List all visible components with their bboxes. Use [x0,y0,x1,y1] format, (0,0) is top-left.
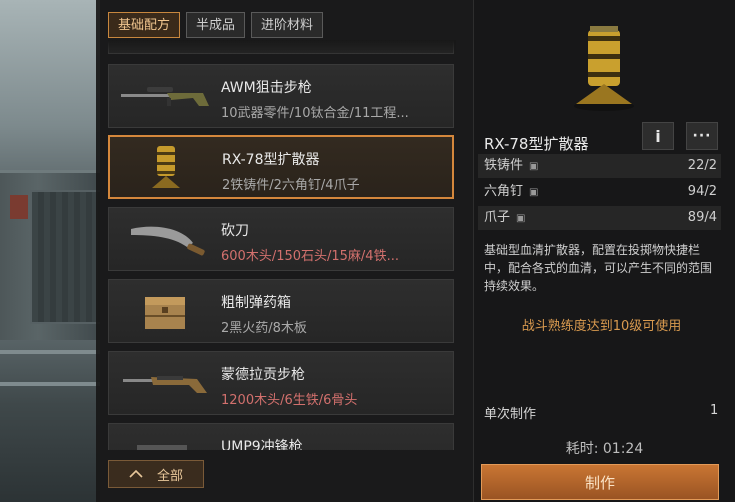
material-row: 六角钉 ▣ 94/2 [478,180,721,204]
rifle-icon [115,356,215,410]
craft-count-value[interactable]: 1 [710,403,718,418]
recipe-name: 砍刀 [221,223,249,239]
recipe-item-ump9[interactable]: UMP9冲锋枪 [108,423,454,450]
material-name: 铁铸件 [484,158,524,173]
item-preview-image [554,22,654,114]
machete-icon [115,212,215,266]
more-options-button[interactable]: ··· [686,122,718,150]
background-door [30,190,100,324]
game-background [0,0,100,502]
diffuser-icon [116,141,216,195]
recipe-name: UMP9冲锋枪 [221,439,303,450]
filter-all-button[interactable]: 全部 [108,460,204,488]
recipe-panel: 基础配方 半成品 进阶材料 AWM狙击步枪 10武器零件/10钛合金/11工程.… [96,0,474,502]
recipe-materials: 10武器零件/10钛合金/11工程... [221,106,409,121]
material-info-icon: ▣ [529,161,539,172]
recipe-item-rx78-diffuser[interactable]: RX-78型扩散器 2铁铸件/2六角钉/4爪子 [108,135,454,199]
tab-advanced-materials[interactable]: 进阶材料 [251,12,324,38]
craft-button[interactable]: 制作 [481,464,719,500]
recipe-tabs: 基础配方 半成品 进阶材料 [108,12,324,40]
ammo-box-icon [115,284,215,338]
recipe-item-mondragon-rifle[interactable]: 蒙德拉贡步枪 1200木头/6生铁/6骨头 [108,351,454,415]
item-title: RX-78型扩散器 [484,135,589,153]
recipe-materials: 2铁铸件/2六角钉/4爪子 [222,178,360,193]
tab-semi-finished[interactable]: 半成品 [186,12,246,38]
recipe-item-awm[interactable]: AWM狙击步枪 10武器零件/10钛合金/11工程... [108,64,454,128]
craft-count-label: 单次制作 [484,407,537,422]
unlock-requirement: 战斗熟练度达到10级可使用 [521,319,682,334]
more-icon: ··· [692,128,712,144]
material-count: 89/4 [687,210,717,225]
material-count: 22/2 [687,158,717,173]
recipe-name: RX-78型扩散器 [222,152,320,168]
background-floor [0,340,100,502]
recipe-materials: 2黑火药/8木板 [221,321,307,336]
material-name: 六角钉 [484,184,524,199]
item-description: 基础型血清扩散器，配置在投掷物快捷栏中，配合各式的血清，可以产生不同的范围持续效… [484,243,713,293]
recipe-name: AWM狙击步枪 [221,80,312,96]
background-step [0,350,100,354]
material-count: 94/2 [687,184,717,199]
sniper-rifle-icon [115,69,215,123]
chevron-up-icon [129,469,143,478]
smg-icon [115,428,215,450]
info-button[interactable]: i [642,122,674,150]
recipe-list[interactable]: AWM狙击步枪 10武器零件/10钛合金/11工程... RX-78型扩散器 2… [108,40,456,450]
material-name: 爪子 [484,210,511,225]
recipe-materials: 1200木头/6生铁/6骨头 [221,393,358,408]
recipe-materials: 600木头/150石头/15麻/4铁... [221,249,399,264]
recipe-item-machete[interactable]: 砍刀 600木头/150石头/15麻/4铁... [108,207,454,271]
background-step [0,382,100,386]
material-info-icon: ▣ [516,213,526,224]
filter-all-label: 全部 [156,468,183,484]
list-fade [108,40,456,56]
material-row: 铁铸件 ▣ 22/2 [478,154,721,178]
material-info-icon: ▣ [529,187,539,198]
detail-panel: RX-78型扩散器 i ··· 铁铸件 ▣ 22/2 六角钉 ▣ 94/2 爪子 ▣ … [474,0,735,502]
tab-basic-recipes[interactable]: 基础配方 [108,12,181,38]
recipe-name: 粗制弹药箱 [221,295,291,311]
info-icon: i [655,126,661,146]
material-row: 爪子 ▣ 89/4 [478,206,721,230]
craft-time: 耗时: 01:24 [565,441,644,457]
recipe-item-ammo-box[interactable]: 粗制弹药箱 2黑火药/8木板 [108,279,454,343]
recipe-name: 蒙德拉贡步枪 [221,367,305,383]
background-sign [10,195,28,219]
